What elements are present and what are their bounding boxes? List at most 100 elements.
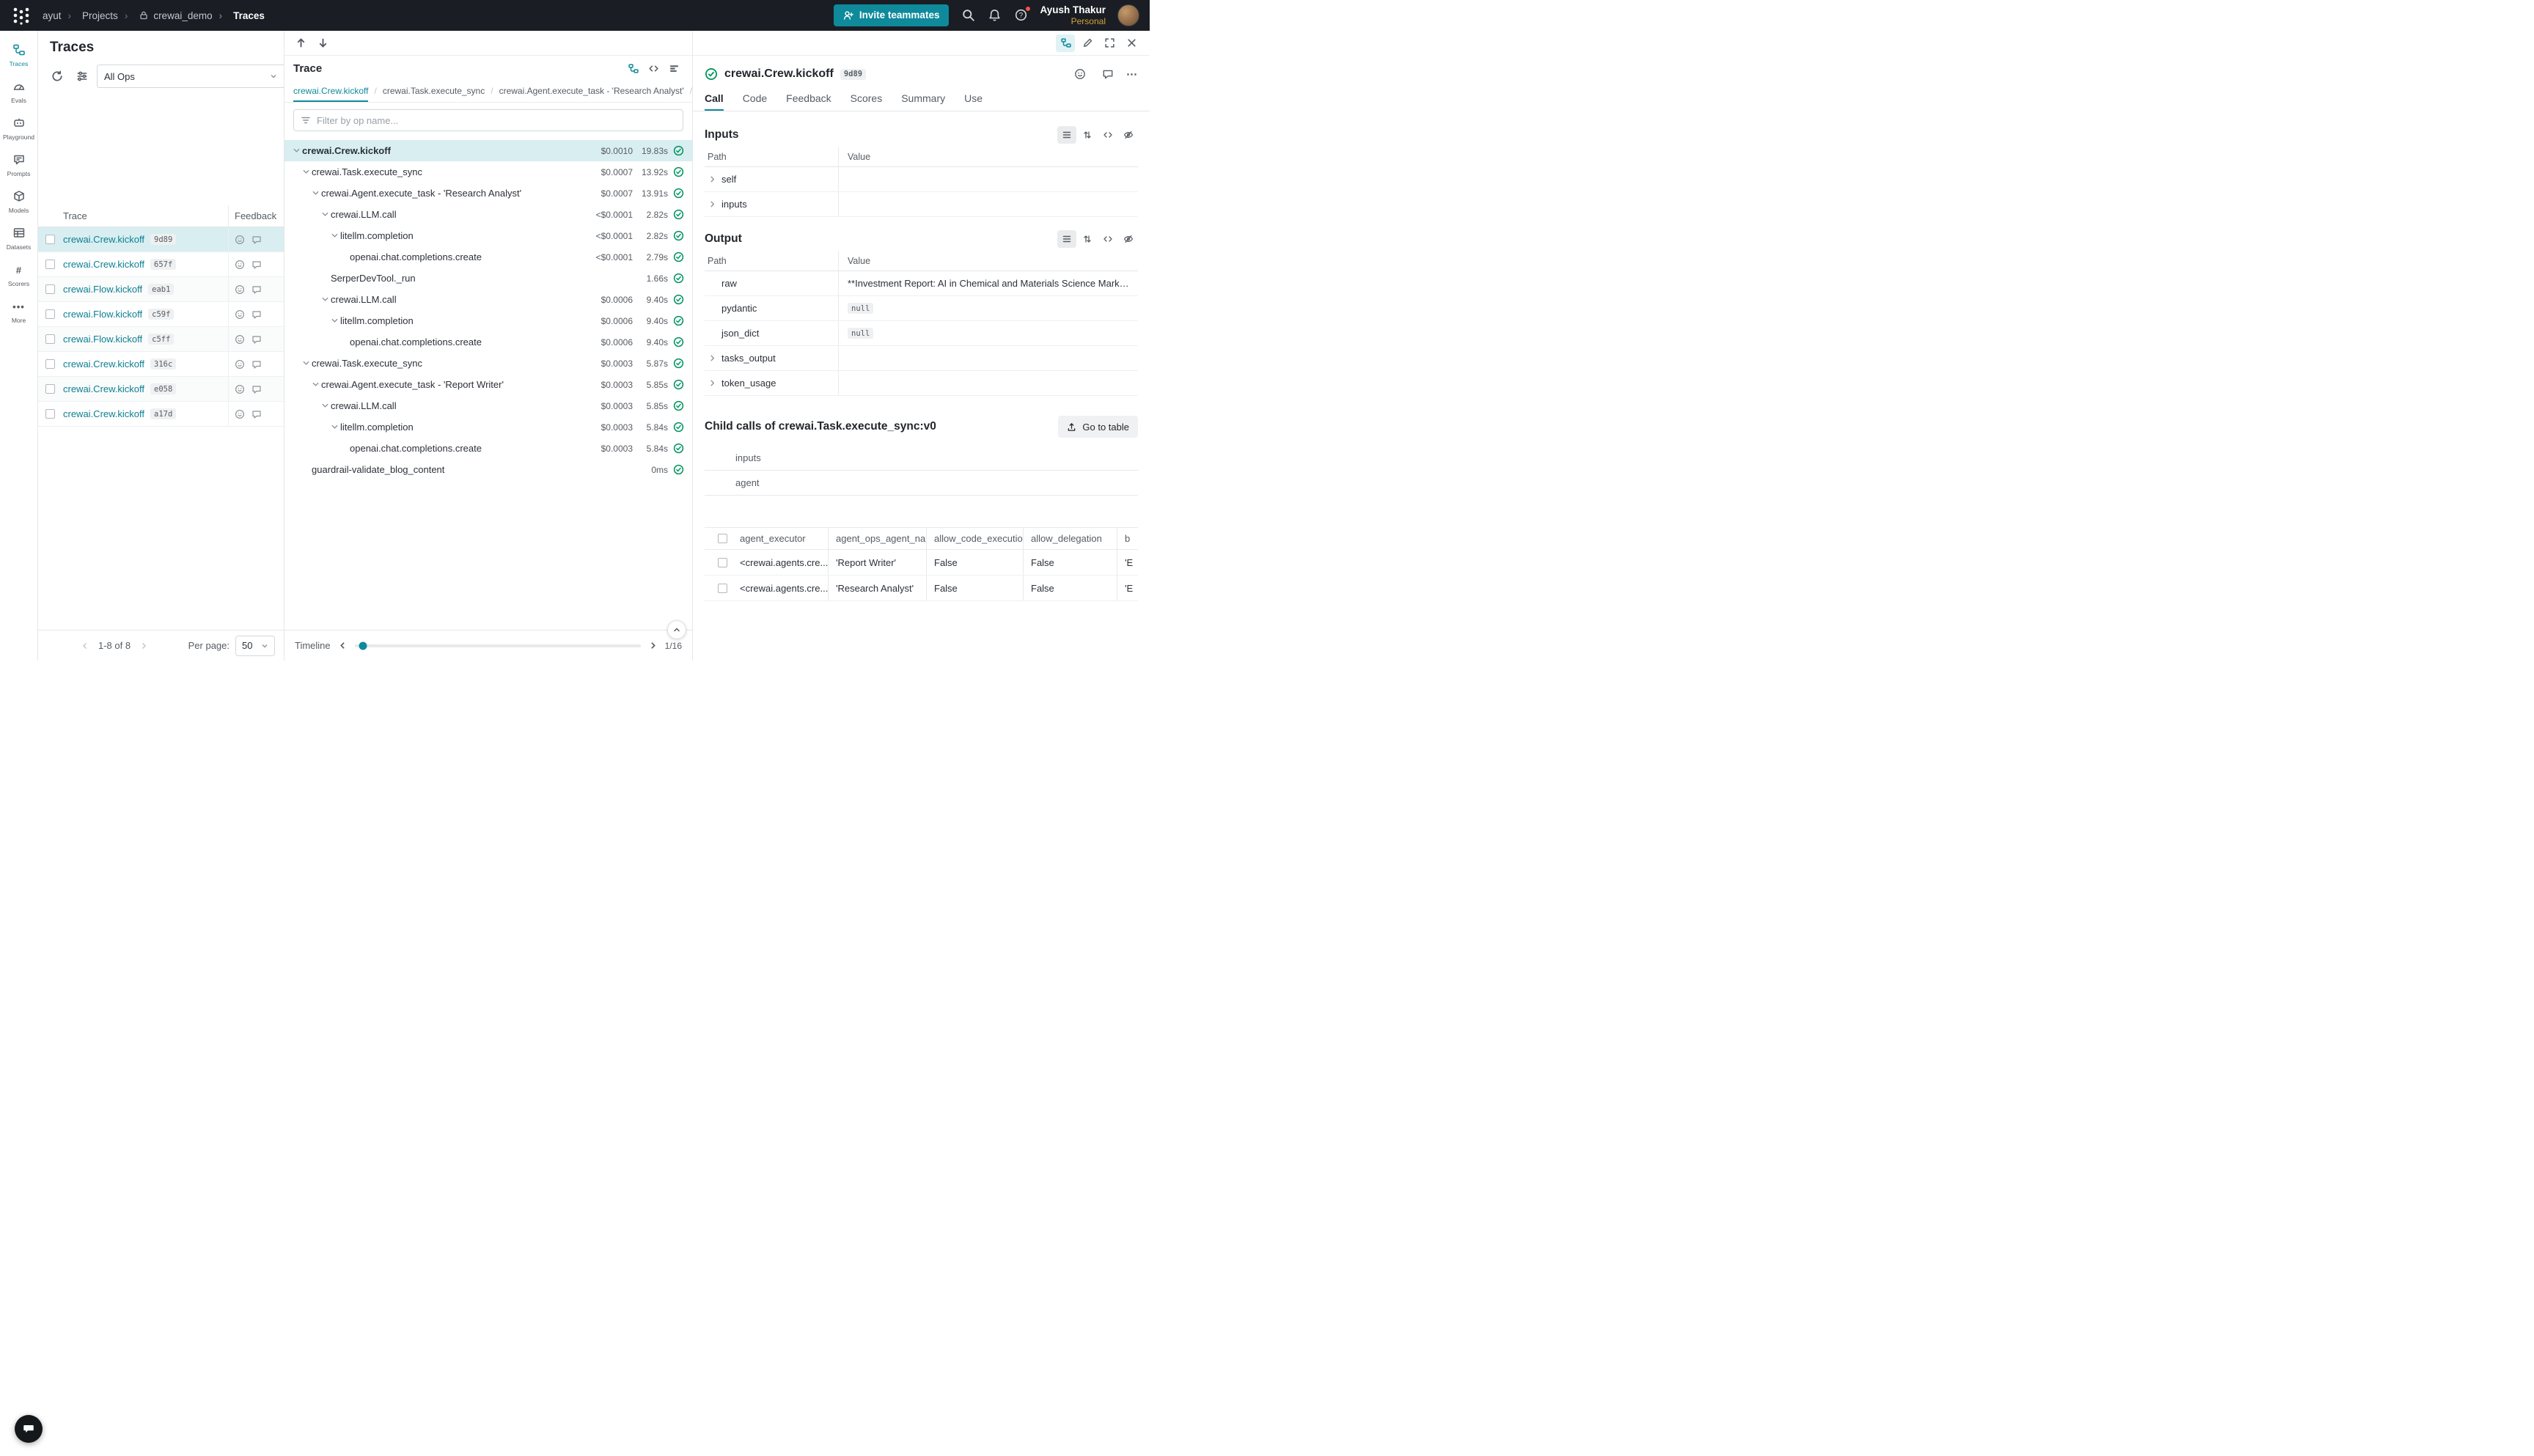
tree-view-icon[interactable] (623, 59, 642, 77)
kv-row[interactable]: pydantic null (705, 296, 1138, 321)
table-row[interactable]: <crewai.agents.cre... 'Report Writer' Fa… (705, 550, 1138, 576)
timeline-previous-icon[interactable] (338, 641, 348, 650)
emoji-reaction-icon[interactable] (235, 359, 245, 369)
chevron-down-icon[interactable] (309, 188, 321, 199)
table-row[interactable]: crewai.Flow.kickoff eab1 (38, 277, 284, 302)
trace-link[interactable]: crewai.Crew.kickoff (63, 383, 144, 394)
tab[interactable]: Summary (901, 87, 945, 111)
row-checkbox[interactable] (45, 409, 55, 419)
select-all-checkbox[interactable] (718, 534, 727, 543)
sidebar-item-evals[interactable]: Evals (1, 73, 37, 110)
kv-row[interactable]: tasks_output (705, 346, 1138, 371)
timeline-knob[interactable] (359, 641, 367, 650)
trace-link[interactable]: crewai.Crew.kickoff (63, 234, 144, 245)
chevron-down-icon[interactable] (328, 315, 340, 327)
trace-link[interactable]: crewai.Crew.kickoff (63, 259, 144, 270)
previous-trace-button[interactable] (290, 33, 311, 54)
emoji-reaction-icon[interactable] (235, 235, 245, 245)
chevron-down-icon[interactable] (300, 358, 312, 369)
kv-row[interactable]: raw **Investment Report: AI in Chemical … (705, 271, 1138, 296)
chevron-down-icon[interactable] (319, 209, 331, 221)
comment-icon[interactable] (1098, 65, 1117, 83)
refresh-button[interactable] (47, 66, 67, 87)
trace-tree-row[interactable]: crewai.Agent.execute_task - 'Report Writ… (284, 374, 692, 395)
row-checkbox[interactable] (45, 359, 55, 369)
chevron-right-icon[interactable] (706, 353, 718, 364)
op-filter-input[interactable] (317, 115, 676, 126)
table-row[interactable]: crewai.Crew.kickoff e058 (38, 377, 284, 402)
overflow-menu-icon[interactable]: ⋯ (1126, 67, 1138, 81)
comment-icon[interactable] (251, 409, 262, 419)
go-to-table-button[interactable]: Go to table (1058, 416, 1138, 438)
kv-row[interactable]: json_dict null (705, 321, 1138, 346)
tab[interactable]: Use (964, 87, 983, 111)
emoji-reaction-icon[interactable] (235, 334, 245, 345)
sidebar-item-playground[interactable]: Playground (1, 110, 37, 147)
row-checkbox[interactable] (45, 260, 55, 269)
comment-icon[interactable] (251, 384, 262, 394)
timeline-scrubber[interactable] (355, 644, 641, 647)
breadcrumb-account[interactable]: ayut (43, 10, 62, 21)
sidebar-item-datasets[interactable]: Datasets (1, 220, 37, 257)
trace-link[interactable]: crewai.Crew.kickoff (63, 408, 144, 419)
breadcrumb-page[interactable]: Traces (219, 10, 265, 21)
ops-filter-dropdown[interactable]: All Ops (97, 65, 284, 88)
next-page-icon[interactable] (139, 641, 148, 650)
trace-tree-row[interactable]: crewai.Agent.execute_task - 'Research An… (284, 183, 692, 204)
comment-icon[interactable] (251, 284, 262, 295)
emoji-reaction-icon[interactable] (235, 309, 245, 320)
row-checkbox[interactable] (45, 384, 55, 394)
trace-breadcrumb-segment[interactable]: / crewai.Agent.execute_task - 'Research … (491, 81, 683, 102)
emoji-reaction-icon[interactable] (235, 260, 245, 270)
trace-tree-row[interactable]: guardrail-validate_blog_content 0ms (284, 459, 692, 480)
chevron-right-icon[interactable] (706, 174, 718, 185)
table-row[interactable]: crewai.Crew.kickoff 657f (38, 252, 284, 277)
table-row[interactable]: <crewai.agents.cre... 'Research Analyst'… (705, 576, 1138, 601)
chevron-right-icon[interactable] (706, 199, 718, 210)
expand-collapse-icon[interactable] (1078, 230, 1097, 248)
chevron-right-icon[interactable] (706, 378, 718, 389)
breadcrumb-projects[interactable]: Projects (68, 10, 118, 21)
chevron-down-icon[interactable] (319, 400, 331, 412)
emoji-reaction-icon[interactable] (235, 384, 245, 394)
trace-tree-row[interactable]: openai.chat.completions.create $0.0006 9… (284, 331, 692, 353)
emoji-reaction-icon[interactable] (235, 409, 245, 419)
trace-tree-row[interactable]: crewai.LLM.call $0.0006 9.40s (284, 289, 692, 310)
tab[interactable]: Call (705, 87, 724, 111)
chevron-down-icon[interactable] (328, 422, 340, 433)
row-checkbox[interactable] (45, 235, 55, 244)
avatar[interactable] (1117, 4, 1139, 26)
trace-tree-row[interactable]: crewai.LLM.call <$0.0001 2.82s (284, 204, 692, 225)
column-settings-button[interactable] (72, 66, 92, 87)
trace-tree-row[interactable]: SerperDevTool._run 1.66s (284, 268, 692, 289)
trace-tree-row[interactable]: litellm.completion <$0.0001 2.82s (284, 225, 692, 246)
trace-breadcrumb-segment[interactable]: / crewai.Crew.kickoff (293, 81, 368, 102)
comment-icon[interactable] (251, 260, 262, 270)
expand-collapse-icon[interactable] (1078, 126, 1097, 144)
tab[interactable]: Feedback (786, 87, 831, 111)
fullscreen-icon[interactable] (1100, 34, 1119, 52)
trace-tree-row[interactable]: litellm.completion $0.0003 5.84s (284, 416, 692, 438)
hide-values-icon[interactable] (1119, 126, 1138, 144)
kv-row[interactable]: self (705, 167, 1138, 192)
code-view-icon[interactable] (1098, 230, 1117, 248)
trace-breadcrumb-segment[interactable]: / crewai.Task.execute_sync (374, 81, 485, 102)
wandb-logo[interactable] (10, 4, 32, 26)
previous-page-icon[interactable] (81, 641, 89, 650)
add-reaction-icon[interactable] (1070, 65, 1090, 83)
per-page-select[interactable]: 50 (235, 636, 275, 656)
sidebar-item-prompts[interactable]: Prompts (1, 147, 37, 183)
sidebar-item-more[interactable]: ••• More (1, 293, 37, 330)
comment-icon[interactable] (251, 309, 262, 320)
sidebar-item-scorers[interactable]: # Scorers (1, 257, 37, 293)
notifications-bell-icon[interactable] (987, 8, 1002, 23)
table-row[interactable]: crewai.Crew.kickoff 316c (38, 352, 284, 377)
chevron-down-icon[interactable] (328, 230, 340, 242)
timeline-next-icon[interactable] (648, 641, 658, 650)
chevron-down-icon[interactable] (319, 294, 331, 306)
table-row[interactable]: crewai.Crew.kickoff 9d89 (38, 227, 284, 252)
tab[interactable]: Scores (851, 87, 883, 111)
chevron-down-icon[interactable] (290, 145, 302, 157)
trace-breadcrumb-segment[interactable]: / crewai.LLM.call (690, 81, 692, 102)
sidebar-item-traces[interactable]: Traces (1, 37, 37, 73)
